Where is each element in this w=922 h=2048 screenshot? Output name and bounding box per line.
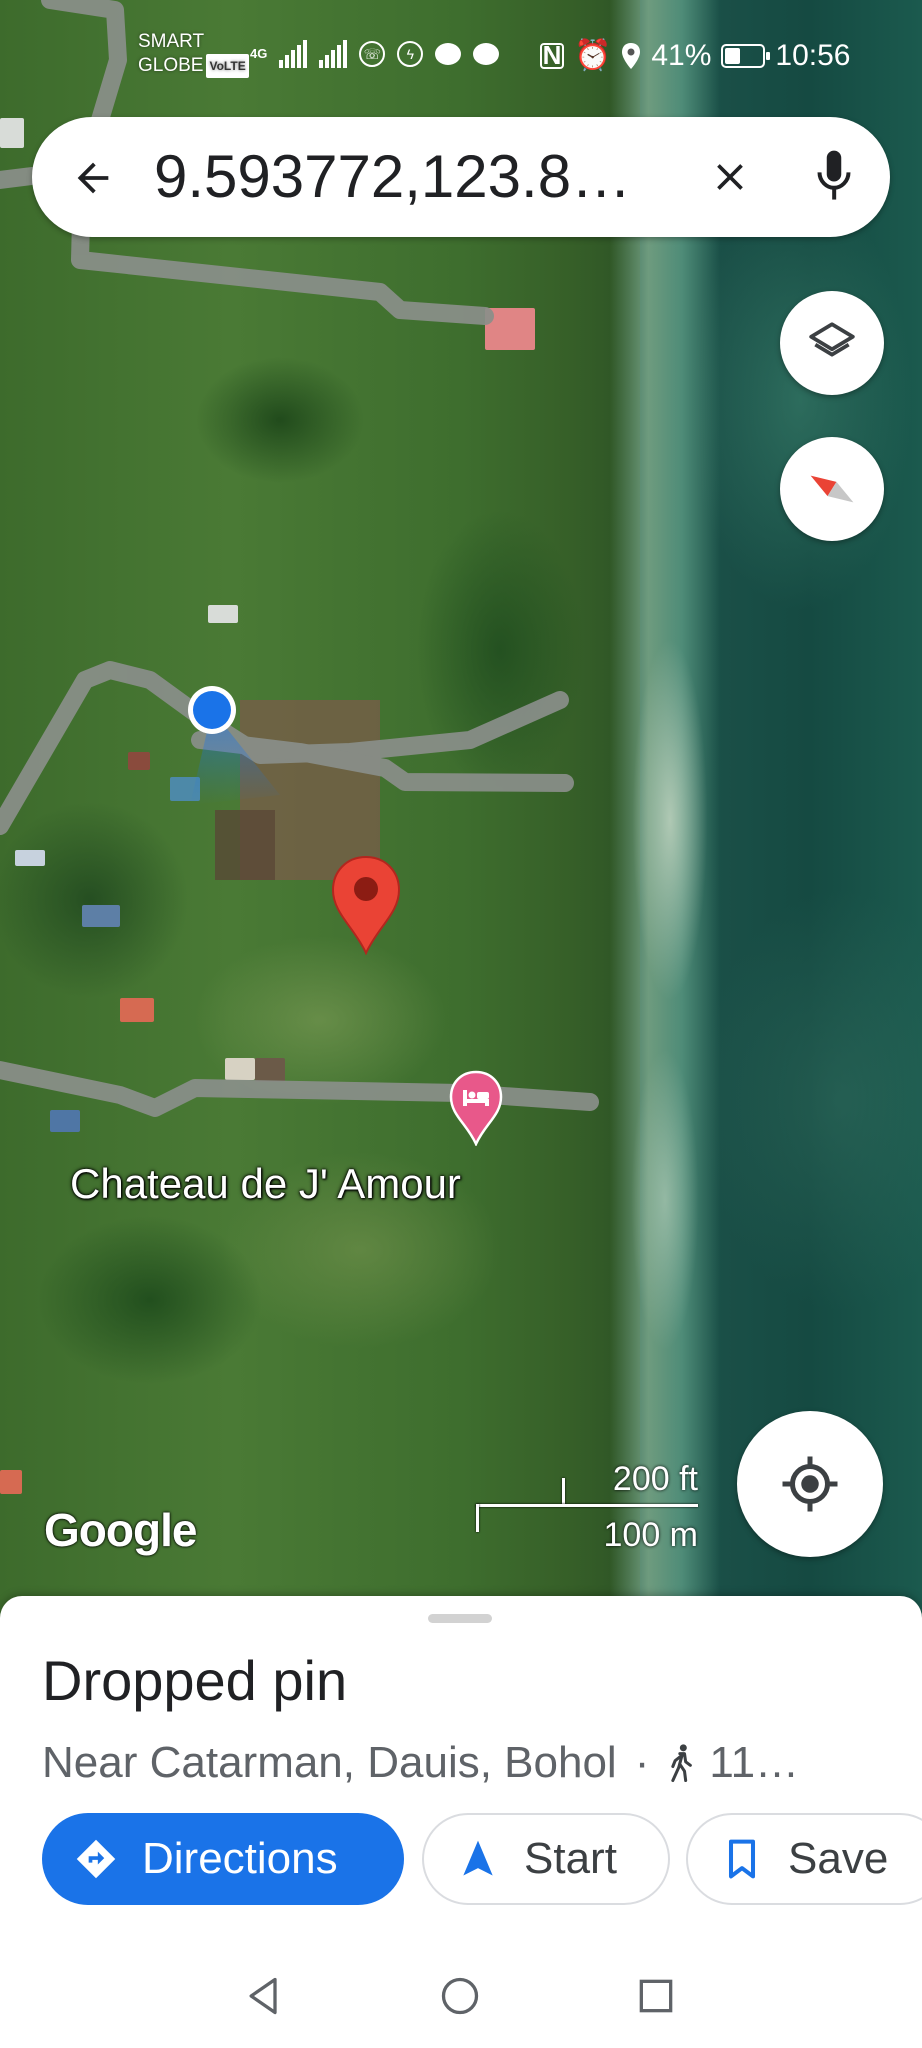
status-right: N ⏰ 41% 10:56 [540, 38, 850, 73]
drag-handle[interactable] [428, 1614, 492, 1623]
search-bar[interactable]: 9.593772,123.8… [32, 117, 890, 237]
walking-icon [671, 1744, 693, 1783]
carrier-2: GLOBE [138, 55, 204, 77]
directions-button[interactable]: Directions [42, 1813, 404, 1905]
place-location: Near Catarman, Dauis, Bohol [42, 1738, 617, 1787]
nfc-icon: N [540, 40, 564, 70]
start-button[interactable]: Start [422, 1813, 670, 1905]
nav-recents-icon[interactable] [634, 1974, 678, 2018]
scale-tick [562, 1478, 565, 1506]
status-bar: SMART GLOBE VoLTE 4G ☏ ϟ N ⏰ 41% 10:56 [0, 0, 922, 110]
scale-imperial-label: 200 ft [612, 1460, 698, 1498]
directions-icon [76, 1839, 116, 1879]
battery-percent: 41% [651, 38, 712, 72]
place-title: Dropped pin [42, 1649, 348, 1712]
directions-label: Directions [142, 1834, 338, 1883]
hotel-marker-icon[interactable] [448, 1070, 504, 1146]
volte-badge: VoLTE [206, 54, 249, 78]
location-icon [622, 42, 641, 69]
clear-icon[interactable] [708, 155, 752, 199]
status-icons: 4G ☏ ϟ [250, 40, 500, 68]
start-label: Start [524, 1834, 617, 1883]
walk-time: 11… [709, 1738, 800, 1787]
navigation-arrow-icon [463, 1840, 493, 1876]
save-button[interactable]: Save [686, 1813, 922, 1905]
google-logo: Google [44, 1504, 197, 1556]
road-network [0, 0, 599, 1117]
microphone-icon[interactable] [812, 147, 856, 205]
battery-icon [721, 43, 771, 68]
map-view[interactable]: Chateau de J' Amour Google 200 ft 100 m [0, 0, 922, 1620]
viber-icon: ☏ [359, 41, 386, 67]
layers-icon [809, 322, 855, 357]
carrier-1: SMART [138, 31, 205, 52]
my-location-button[interactable] [737, 1411, 883, 1557]
nav-home-icon[interactable] [438, 1974, 482, 2018]
bookmark-icon [728, 1839, 756, 1879]
signal-icon [279, 40, 308, 68]
place-label-chateau[interactable]: Chateau de J' Amour [70, 1160, 461, 1208]
scale-tick [476, 1504, 479, 1532]
compass-icon [810, 475, 854, 503]
save-label: Save [788, 1834, 889, 1883]
back-arrow-icon[interactable] [70, 155, 116, 201]
dropped-pin-marker[interactable] [330, 855, 402, 955]
system-nav-bar [0, 1940, 922, 2048]
messenger-icon: ϟ [397, 41, 424, 67]
nav-back-icon[interactable] [242, 1974, 286, 2018]
layers-button[interactable] [780, 291, 884, 395]
chat-bubble-icon [435, 43, 462, 65]
clock: 10:56 [775, 38, 851, 72]
map-scale-bar: 200 ft 100 m [472, 1460, 698, 1560]
search-query[interactable]: 9.593772,123.8… [154, 143, 664, 211]
scale-metric-label: 100 m [603, 1516, 699, 1554]
chat-bubble-icon [473, 43, 500, 65]
separator: · [634, 1738, 650, 1787]
crosshair-icon [782, 1456, 838, 1512]
scale-line [476, 1504, 698, 1507]
carrier-info: SMART GLOBE VoLTE [138, 30, 249, 78]
network-type: 4G [250, 46, 268, 61]
compass-button[interactable] [780, 437, 884, 541]
place-subtitle: Near Catarman, Dauis, Bohol · 11… [42, 1738, 892, 1788]
signal-icon [319, 40, 348, 68]
alarm-icon: ⏰ [574, 39, 612, 72]
my-location-marker [188, 686, 280, 805]
